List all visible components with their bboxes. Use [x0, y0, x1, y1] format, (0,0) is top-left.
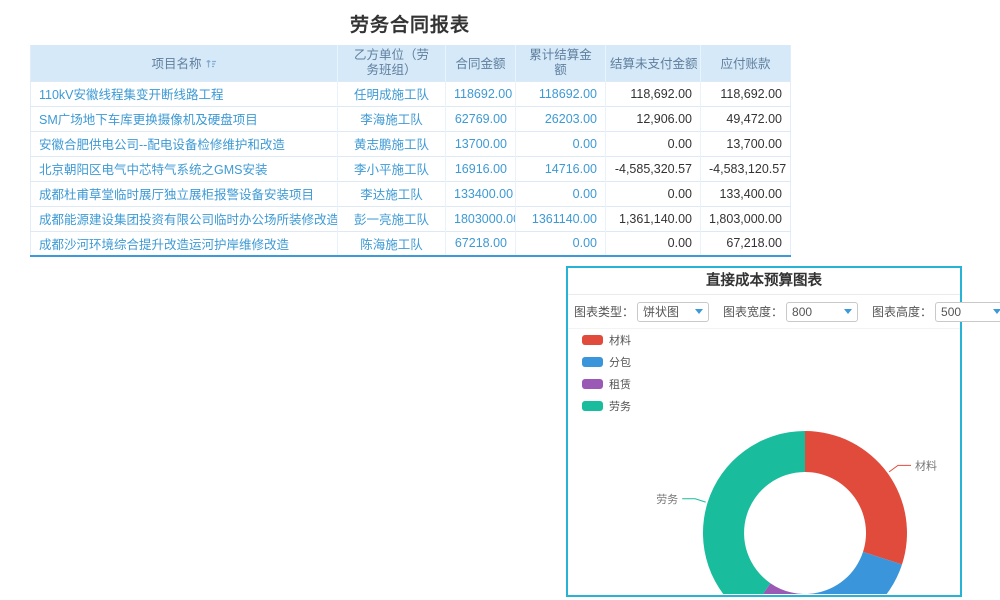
legend-item-劳务[interactable]: 劳务 [582, 398, 631, 414]
cell-payable: 13,700.00 [701, 131, 791, 156]
chart-legend: 材料分包租赁劳务 [582, 332, 631, 420]
table-row: 110kV安徽线程集变开断线路工程任明成施工队118692.00118692.0… [31, 81, 791, 106]
cell-name[interactable]: 110kV安徽线程集变开断线路工程 [31, 81, 338, 106]
cell-contract: 67218.00 [446, 231, 516, 256]
pie-chart-svg: 材料分包租赁劳务 [568, 267, 960, 594]
contract-table: 项目名称 乙方单位（劳务班组） 合同金额 累计结算金额 结算未支付金额 应付账款… [30, 45, 791, 257]
cell-unpaid: 0.00 [606, 131, 701, 156]
legend-swatch [582, 335, 603, 345]
pie-slice-劳务[interactable] [703, 431, 805, 594]
cell-team[interactable]: 陈海施工队 [338, 231, 446, 256]
pie-chart-area: 材料分包租赁劳务 材料分包租赁劳务 [568, 329, 960, 597]
table-row: 成都杜甫草堂临时展厅独立展柜报警设备安装项目李达施工队133400.000.00… [31, 181, 791, 206]
table-row: SM广场地下车库更换摄像机及硬盘项目李海施工队62769.0026203.001… [31, 106, 791, 131]
cell-name[interactable]: 成都沙河环境综合提升改造运河护岸维修改造 [31, 231, 338, 256]
table-row: 北京朝阳区电气中芯特气系统之GMS安装李小平施工队16916.0014716.0… [31, 156, 791, 181]
cell-contract: 16916.00 [446, 156, 516, 181]
legend-swatch [582, 401, 603, 411]
cell-settled: 14716.00 [516, 156, 606, 181]
cell-name[interactable]: 北京朝阳区电气中芯特气系统之GMS安装 [31, 156, 338, 181]
cell-payable: 1,803,000.00 [701, 206, 791, 231]
pie-label-connector [682, 499, 706, 502]
pie-slice-label: 劳务 [656, 493, 678, 506]
cell-team[interactable]: 李小平施工队 [338, 156, 446, 181]
report-title: 劳务合同报表 [30, 6, 790, 45]
cell-name[interactable]: 安徽合肥供电公司--配电设备检修维护和改造 [31, 131, 338, 156]
cell-payable: 67,218.00 [701, 231, 791, 256]
col-header-settled-amount: 累计结算金额 [516, 45, 606, 81]
cell-unpaid: -4,585,320.57 [606, 156, 701, 181]
cell-unpaid: 0.00 [606, 231, 701, 256]
legend-label: 租赁 [609, 376, 631, 392]
col-header-contractor: 乙方单位（劳务班组） [338, 45, 446, 81]
pie-label-connector [889, 465, 911, 472]
legend-label: 材料 [609, 332, 631, 348]
cell-name[interactable]: 成都能源建设集团投资有限公司临时办公场所装修改造工程EPC [31, 206, 338, 231]
table-row: 安徽合肥供电公司--配电设备检修维护和改造黄志鹏施工队13700.000.000… [31, 131, 791, 156]
cell-unpaid: 1,361,140.00 [606, 206, 701, 231]
col-header-label: 合同金额 [455, 57, 505, 71]
col-header-unpaid-amount: 结算未支付金额 [606, 45, 701, 81]
cell-contract: 118692.00 [446, 81, 516, 106]
pie-slice-label: 材料 [915, 458, 937, 472]
legend-label: 劳务 [609, 398, 631, 414]
sort-icon[interactable] [206, 58, 217, 72]
cell-payable: 133,400.00 [701, 181, 791, 206]
col-header-payable: 应付账款 [701, 45, 791, 81]
table-row: 成都能源建设集团投资有限公司临时办公场所装修改造工程EPC彭一亮施工队18030… [31, 206, 791, 231]
cell-team[interactable]: 彭一亮施工队 [338, 206, 446, 231]
direct-cost-chart-panel: 直接成本预算图表 图表类型： 饼状图 图表宽度： 800 图表高度： 500 材… [566, 266, 962, 597]
legend-item-材料[interactable]: 材料 [582, 332, 631, 348]
col-header-label: 累计结算金额 [528, 48, 594, 78]
cell-unpaid: 12,906.00 [606, 106, 701, 131]
labor-contract-report: 劳务合同报表 项目名称 乙方单位（劳务班组） 合同金额 累计结算金额 结算未支付… [30, 6, 790, 257]
col-header-project-name[interactable]: 项目名称 [31, 45, 338, 81]
cell-team[interactable]: 任明成施工队 [338, 81, 446, 106]
col-header-label: 乙方单位（劳务班组） [353, 48, 431, 78]
cell-settled: 0.00 [516, 231, 606, 256]
col-header-label: 结算未支付金额 [610, 57, 698, 71]
cell-settled: 0.00 [516, 181, 606, 206]
col-header-label: 项目名称 [151, 57, 201, 71]
legend-swatch [582, 357, 603, 367]
col-header-label: 应付账款 [720, 57, 770, 71]
cell-contract: 13700.00 [446, 131, 516, 156]
cell-team[interactable]: 李达施工队 [338, 181, 446, 206]
table-row: 成都沙河环境综合提升改造运河护岸维修改造陈海施工队67218.000.000.0… [31, 231, 791, 256]
legend-swatch [582, 379, 603, 389]
cell-name[interactable]: SM广场地下车库更换摄像机及硬盘项目 [31, 106, 338, 131]
cell-payable: -4,583,120.57 [701, 156, 791, 181]
cell-settled: 118692.00 [516, 81, 606, 106]
cell-settled: 1361140.00 [516, 206, 606, 231]
pie-slice-材料[interactable] [805, 431, 907, 565]
cell-contract: 1803000.00 [446, 206, 516, 231]
contract-table-body: 110kV安徽线程集变开断线路工程任明成施工队118692.00118692.0… [31, 81, 791, 256]
col-header-contract-amount: 合同金额 [446, 45, 516, 81]
cell-payable: 118,692.00 [701, 81, 791, 106]
cell-unpaid: 0.00 [606, 181, 701, 206]
cell-contract: 133400.00 [446, 181, 516, 206]
legend-label: 分包 [609, 354, 631, 370]
cell-contract: 62769.00 [446, 106, 516, 131]
legend-item-分包[interactable]: 分包 [582, 354, 631, 370]
cell-payable: 49,472.00 [701, 106, 791, 131]
cell-settled: 26203.00 [516, 106, 606, 131]
dropdown-arrow-icon [993, 309, 1000, 314]
cell-team[interactable]: 黄志鹏施工队 [338, 131, 446, 156]
cell-unpaid: 118,692.00 [606, 81, 701, 106]
cell-team[interactable]: 李海施工队 [338, 106, 446, 131]
cell-name[interactable]: 成都杜甫草堂临时展厅独立展柜报警设备安装项目 [31, 181, 338, 206]
legend-item-租赁[interactable]: 租赁 [582, 376, 631, 392]
table-header-row: 项目名称 乙方单位（劳务班组） 合同金额 累计结算金额 结算未支付金额 应付账款 [31, 45, 791, 81]
cell-settled: 0.00 [516, 131, 606, 156]
